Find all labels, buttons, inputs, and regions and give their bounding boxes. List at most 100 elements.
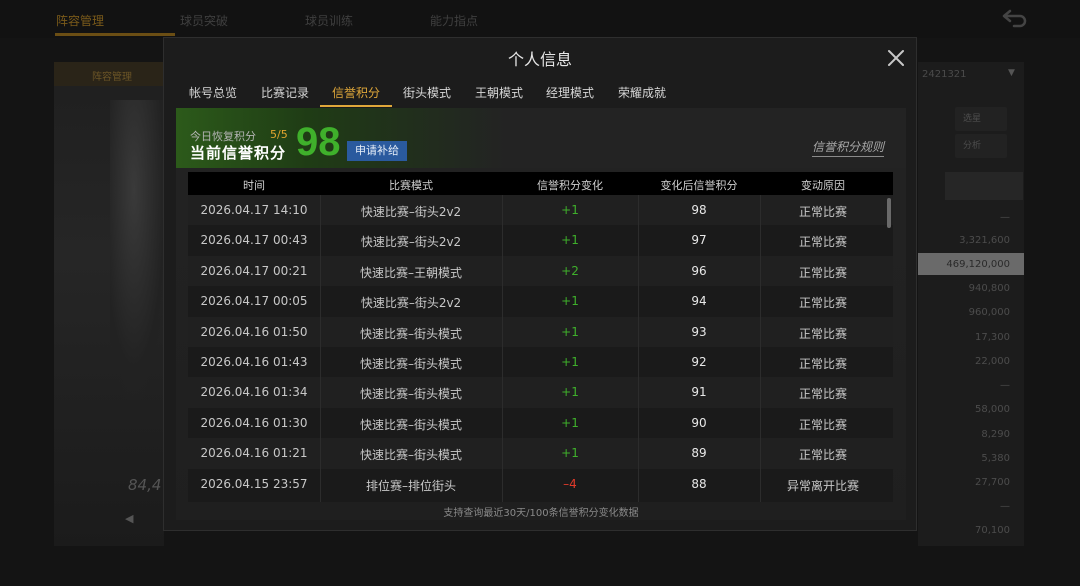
row-change-reason: 正常比赛 (798, 235, 847, 250)
row-match-mode: 快速比赛–街头模式 (359, 448, 462, 463)
row-credit-after: 89 (691, 446, 707, 461)
credit-history-table: 时间 比赛模式 信誉积分变化 变化后信誉积分 变动原因 2026.04.17 1… (188, 172, 893, 502)
tab-honor-achievements[interactable]: 荣耀成就 (618, 84, 666, 101)
bg-prev-arrow-icon: ◀ (125, 512, 134, 525)
row-credit-delta: +1 (561, 446, 579, 461)
tab-dynasty-mode[interactable]: 王朝模式 (475, 84, 523, 101)
column-divider (502, 195, 503, 502)
bg-stat-value: — (1000, 501, 1010, 512)
row-time: 2026.04.17 00:21 (200, 263, 308, 278)
row-time: 2026.04.16 01:50 (200, 324, 308, 339)
table-row: 2026.04.15 23:57 排位赛–排位街头 –4 88 异常离开比赛 (188, 469, 893, 499)
row-change-reason: 正常比赛 (798, 205, 847, 219)
current-credit-label: 当前信誉积分 (190, 144, 287, 162)
row-time: 2026.04.17 00:43 (200, 233, 308, 248)
back-icon (1002, 9, 1027, 28)
bg-dropdown-icon: ▼ (1008, 68, 1015, 78)
table-row: 2026.04.17 00:21 快速比赛–王朝模式 +2 96 正常比赛 (188, 255, 893, 287)
column-header-mode: 比赛模式 (389, 179, 433, 192)
modal-title: 个人信息 (507, 50, 572, 69)
daily-recover-value: 5/5 (270, 128, 288, 141)
row-time: 2026.04.16 01:34 (200, 385, 308, 400)
credit-score-panel: 今日恢复积分 5/5 当前信誉积分 98 申请补给 信誉积分规则 时间 比赛模式… (176, 108, 906, 520)
close-icon[interactable] (886, 48, 906, 68)
table-row: 2026.04.16 01:43 快速比赛–街头模式 +1 92 正常比赛 (188, 347, 893, 377)
row-time: 2026.04.16 01:43 (200, 355, 308, 369)
row-credit-after: 98 (691, 203, 707, 217)
bg-tab-guidance: 能力指点 (430, 14, 479, 28)
column-header-delta: 信誉积分变化 (537, 179, 603, 192)
tab-street-mode[interactable]: 街头模式 (403, 84, 451, 101)
bg-tab-underline (55, 33, 175, 36)
bg-stat-value: 5,380 (981, 453, 1010, 464)
row-change-reason: 异常离开比赛 (786, 478, 859, 493)
table-row: 2026.04.16 01:21 快速比赛–街头模式 +1 89 正常比赛 (188, 438, 893, 469)
row-time: 2026.04.16 01:30 (200, 415, 308, 430)
bg-button-select: 选星 (955, 107, 1007, 131)
row-change-reason: 正常比赛 (798, 417, 847, 432)
tab-account-overview[interactable]: 帐号总览 (189, 84, 237, 101)
apply-supply-button[interactable]: 申请补给 (347, 141, 407, 161)
row-credit-delta: +1 (561, 233, 579, 248)
tab-credit-score[interactable]: 信誉积分 (332, 84, 380, 101)
bg-stat-value: 3,321,600 (959, 235, 1010, 246)
bg-right-header (945, 172, 1023, 200)
row-credit-after: 96 (691, 263, 707, 278)
column-header-reason: 变动原因 (801, 179, 845, 192)
current-credit-score: 98 (296, 120, 341, 164)
bg-stat-value: — (1000, 380, 1010, 391)
tab-manager-mode[interactable]: 经理模式 (546, 84, 594, 101)
row-credit-delta: +1 (561, 324, 579, 339)
bg-stat-value: 940,800 (968, 283, 1010, 294)
table-row: 2026.04.17 00:05 快速比赛–街头2v2 +1 94 正常比赛 (188, 286, 893, 316)
row-time: 2026.04.17 00:05 (200, 294, 308, 309)
row-match-mode: 快速比赛–街头2v2 (360, 296, 462, 311)
tab-match-records[interactable]: 比赛记录 (261, 84, 309, 101)
row-time: 2026.04.15 23:57 (200, 476, 308, 491)
bg-stat-value: 27,700 (975, 477, 1010, 488)
row-change-reason: 正常比赛 (798, 296, 847, 311)
row-credit-delta: +1 (561, 355, 579, 369)
row-credit-after: 92 (691, 355, 707, 369)
bg-left-title: 阵容管理 (92, 72, 132, 83)
row-credit-after: 90 (691, 415, 707, 430)
row-change-reason: 正常比赛 (798, 387, 847, 402)
table-scrollbar[interactable] (887, 198, 891, 228)
row-credit-delta: +1 (561, 415, 579, 430)
column-divider (320, 195, 321, 502)
row-credit-delta: +2 (561, 263, 579, 278)
row-time: 2026.04.17 14:10 (200, 203, 308, 217)
credit-rules-link[interactable]: 信誉积分规则 (812, 138, 885, 157)
row-match-mode: 快速比赛–街头模式 (359, 417, 462, 432)
bg-stat-value: — (1000, 212, 1010, 223)
row-credit-delta: +1 (561, 294, 579, 309)
row-credit-after: 88 (691, 476, 707, 491)
row-credit-delta: +1 (561, 385, 579, 400)
bg-stat-value: 17,300 (975, 332, 1010, 343)
credit-banner: 今日恢复积分 5/5 当前信誉积分 98 申请补给 信誉积分规则 (176, 108, 906, 168)
table-row: 2026.04.17 00:43 快速比赛–街头2v2 +1 97 正常比赛 (188, 225, 893, 255)
table-row: 2026.04.16 01:34 快速比赛–街头模式 +1 91 正常比赛 (188, 377, 893, 408)
table-header: 时间 比赛模式 信誉积分变化 变化后信誉积分 变动原因 (188, 172, 893, 195)
table-row: 2026.04.16 01:30 快速比赛–街头模式 +1 90 正常比赛 (188, 408, 893, 438)
row-change-reason: 正常比赛 (798, 357, 847, 371)
row-change-reason: 正常比赛 (798, 448, 847, 463)
bg-stat-value: 70,100 (975, 525, 1010, 536)
row-change-reason: 正常比赛 (798, 265, 847, 280)
bg-stat-value: 960,000 (968, 307, 1010, 318)
bg-stat-value: 8,290 (981, 429, 1010, 440)
row-match-mode: 快速比赛–街头模式 (359, 357, 462, 371)
row-match-mode: 快速比赛–街头模式 (359, 326, 462, 341)
row-credit-delta: +1 (561, 203, 579, 217)
row-credit-after: 91 (691, 385, 707, 400)
row-match-mode: 排位赛–排位街头 (365, 478, 456, 493)
column-divider (760, 195, 761, 502)
table-row: 2026.04.17 14:10 快速比赛–街头2v2 +1 98 正常比赛 (188, 195, 893, 226)
bg-account-id: 2421321 (922, 69, 967, 80)
row-credit-after: 93 (691, 324, 707, 339)
bg-stat-value: 58,000 (975, 404, 1010, 415)
bg-stat-value: 469,120,000 (946, 259, 1010, 270)
table-row: 2026.04.16 01:50 快速比赛–街头模式 +1 93 正常比赛 (188, 316, 893, 347)
row-match-mode: 快速比赛–街头2v2 (360, 235, 462, 250)
active-tab-underline (320, 105, 392, 107)
